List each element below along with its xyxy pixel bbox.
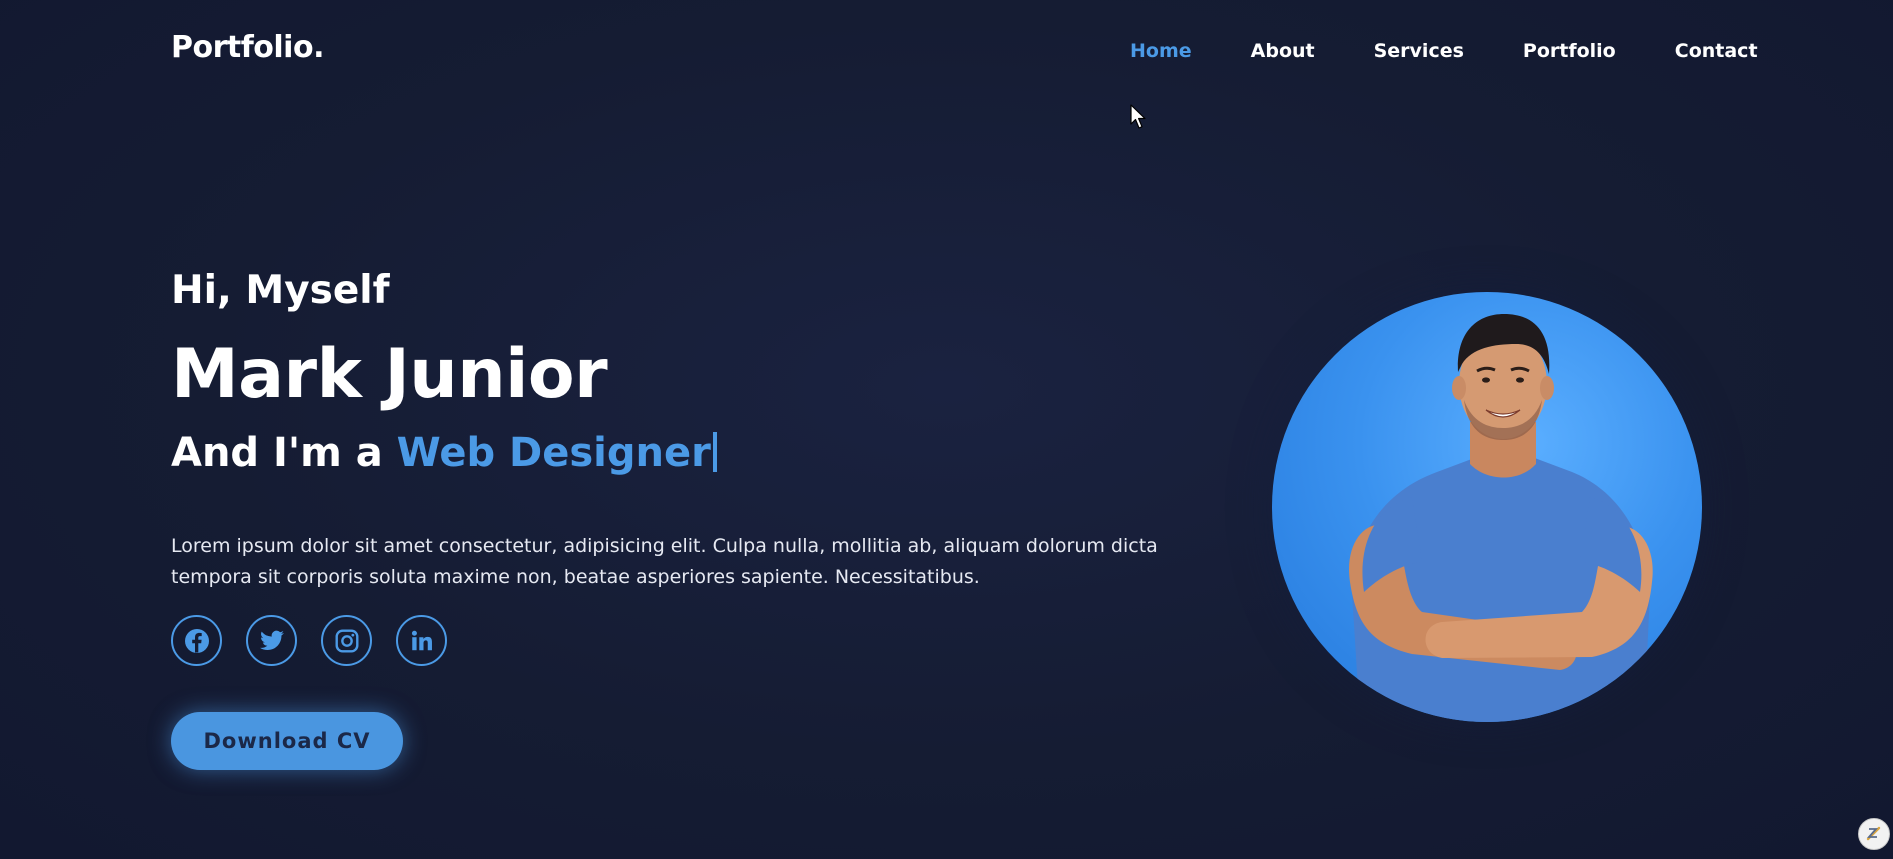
hero-greeting: Hi, Myself (171, 268, 390, 313)
linkedin-icon (411, 630, 432, 650)
download-cv-button[interactable]: Download CV (171, 712, 403, 770)
site-logo[interactable]: Portfolio. (171, 30, 324, 65)
instagram-icon (335, 629, 358, 652)
typing-caret (712, 432, 717, 472)
profile-photo (1272, 292, 1702, 722)
nav-item-home[interactable]: Home (1130, 40, 1192, 62)
instagram-link[interactable] (321, 615, 372, 666)
role-prefix: And I'm a (171, 430, 397, 476)
facebook-icon (184, 628, 209, 653)
nav-item-portfolio[interactable]: Portfolio (1523, 40, 1616, 62)
app-badge-icon[interactable] (1858, 818, 1890, 850)
social-links (171, 615, 471, 666)
twitter-link[interactable] (246, 615, 297, 666)
hero-role: And I'm a Web Designer (171, 430, 717, 476)
nav-item-about[interactable]: About (1251, 40, 1315, 62)
person-illustration (1349, 314, 1653, 722)
facebook-link[interactable] (171, 615, 222, 666)
hero-name: Mark Junior (171, 335, 608, 414)
mouse-pointer-icon (1130, 104, 1146, 129)
twitter-icon (259, 630, 284, 650)
linkedin-link[interactable] (396, 615, 447, 666)
main-nav: Home About Services Portfolio Contact (1130, 38, 1758, 64)
page: Portfolio. Home About Services Portfolio… (0, 0, 1893, 859)
nav-item-services[interactable]: Services (1374, 40, 1464, 62)
nav-item-contact[interactable]: Contact (1675, 40, 1758, 62)
role-highlight: Web Designer (396, 430, 711, 476)
hero-description: Lorem ipsum dolor sit amet consectetur, … (171, 535, 1158, 588)
